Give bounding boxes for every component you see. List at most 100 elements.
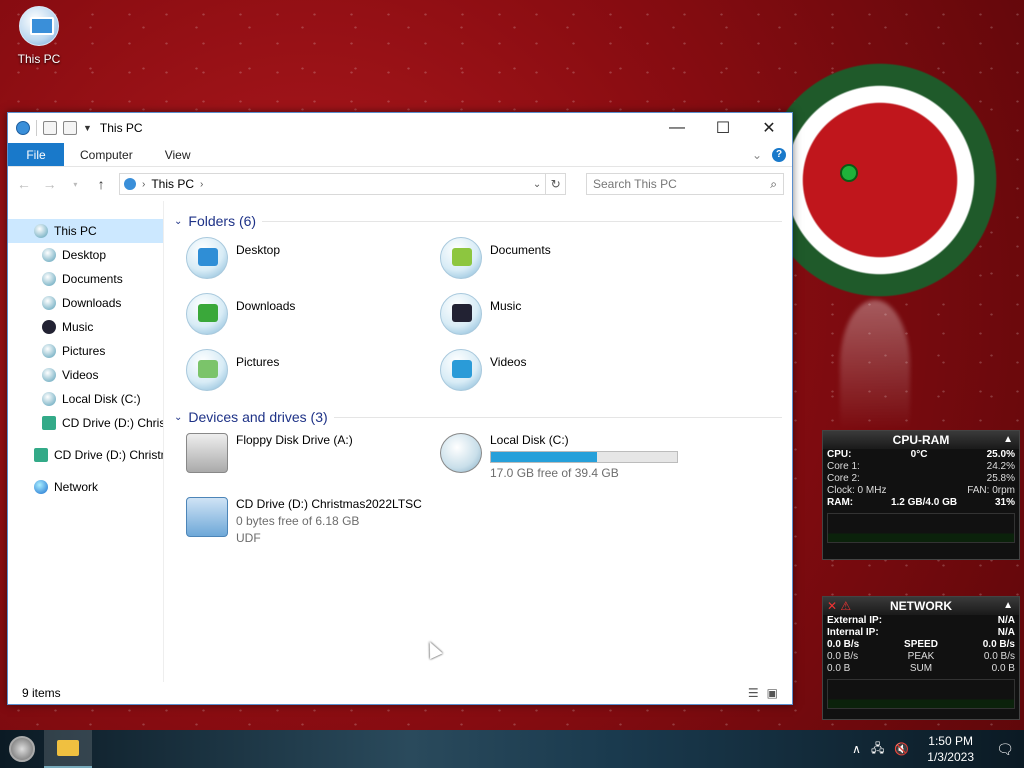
quick-access-toolbar: ▼ [16, 120, 92, 136]
videos-folder-icon [440, 349, 482, 391]
minimize-button[interactable]: — [654, 113, 700, 143]
folder-downloads[interactable]: Downloads [186, 289, 440, 345]
collapse-chevron-icon[interactable]: ⌄ [174, 412, 182, 423]
close-button[interactable]: ✕ [746, 113, 792, 143]
core1-row: Core 1: 24.2% [827, 461, 1015, 472]
up-arrow-icon[interactable]: ↑ [93, 176, 109, 192]
nav-item-cd-drive[interactable]: CD Drive (D:) Christ [8, 411, 163, 435]
clock-fan-row: Clock: 0 MHz FAN: 0rpm [827, 485, 1015, 496]
cd-drive-icon [42, 416, 56, 430]
chevron-down-icon[interactable]: ⌄ [533, 179, 541, 190]
new-folder-icon[interactable] [63, 121, 77, 135]
customize-toolbar-icon[interactable]: ▼ [83, 123, 92, 133]
system-tray: ∧ 🖧 🔇 1:50 PM 1/3/2023 🗨 [852, 730, 1024, 768]
folders-grid: Desktop Documents Downloads Music Pictur… [186, 233, 782, 401]
disk-usage-bar [490, 451, 678, 463]
documents-icon [42, 272, 56, 286]
desktop-folder-icon [186, 237, 228, 279]
taskbar-file-explorer[interactable] [44, 730, 92, 768]
nav-item-music[interactable]: Music [8, 315, 163, 339]
gadget-collapse-icon[interactable]: ▲ [1003, 597, 1013, 615]
tab-file[interactable]: File [8, 143, 64, 166]
hard-disk-icon [440, 433, 482, 473]
large-icons-view-icon[interactable]: ▣ [767, 686, 778, 700]
nav-item-videos[interactable]: Videos [8, 363, 163, 387]
devices-group-header[interactable]: ⌄ Devices and drives (3) [174, 405, 782, 429]
this-pc-icon[interactable] [16, 121, 30, 135]
drive-local-disk[interactable]: Local Disk (C:) 17.0 GB free of 39.4 GB [440, 429, 694, 493]
address-bar[interactable]: › This PC › ⌄ [119, 173, 547, 195]
folder-documents[interactable]: Documents [440, 233, 694, 289]
volume-muted-icon[interactable]: 🔇 [894, 742, 909, 756]
forward-arrow-icon[interactable]: → [42, 176, 58, 192]
ribbon-tabs: File Computer View ⌄ ? [8, 143, 792, 167]
this-pc-icon [19, 6, 59, 46]
details-view-icon[interactable]: ☰ [748, 686, 759, 700]
nav-item-local-disk[interactable]: Local Disk (C:) [8, 387, 163, 411]
main-area: This PC Desktop Documents Downloads Musi… [8, 201, 792, 682]
status-bar: 9 items ☰ ▣ [8, 682, 792, 704]
explorer-window[interactable]: ▼ This PC — ☐ ✕ File Computer View ⌄ ? ←… [7, 112, 793, 705]
desktop-icon-this-pc[interactable]: This PC [12, 6, 66, 66]
music-folder-icon [440, 293, 482, 335]
ram-row: RAM: 1.2 GB/4.0 GB 31% [827, 497, 1015, 508]
item-count: 9 items [22, 686, 61, 700]
gadget-collapse-icon[interactable]: ▲ [1003, 431, 1013, 449]
show-hidden-icons-chevron[interactable]: ∧ [852, 742, 861, 756]
drive-floppy[interactable]: Floppy Disk Drive (A:) [186, 429, 440, 493]
folder-videos[interactable]: Videos [440, 345, 694, 401]
properties-icon[interactable] [43, 121, 57, 135]
drive-cd[interactable]: CD Drive (D:) Christmas2022LTSC 0 bytes … [186, 493, 440, 563]
folders-group-header[interactable]: ⌄ Folders (6) [174, 209, 782, 233]
notification-center-icon[interactable]: 🗨 [992, 736, 1018, 762]
help-icon[interactable]: ? [772, 147, 786, 162]
chevron-right-icon[interactable]: › [200, 179, 203, 190]
search-input[interactable]: Search This PC ⌕ [585, 173, 785, 195]
network-status-icon[interactable]: 🖧 [871, 739, 884, 760]
breadcrumb-this-pc[interactable]: This PC [151, 177, 194, 191]
tab-computer[interactable]: Computer [64, 143, 149, 166]
expand-ribbon-icon[interactable]: ⌄ [752, 148, 762, 162]
christmas-clock-decoration [760, 60, 1000, 300]
cd-drive-icon [34, 448, 48, 462]
recent-locations-icon[interactable]: ▾ [68, 180, 84, 189]
cpu-ram-gadget[interactable]: CPU-RAM ▲ CPU: 0°C 25.0% Core 1: 24.2% Core … [822, 430, 1020, 560]
sparkle-decoration [840, 300, 910, 430]
videos-icon [42, 368, 56, 382]
peak-row: 0.0 B/s PEAK 0.0 B/s [827, 651, 1015, 662]
network-icon [34, 480, 48, 494]
tab-view[interactable]: View [149, 143, 207, 166]
nav-item-desktop[interactable]: Desktop [8, 243, 163, 267]
folder-pictures[interactable]: Pictures [186, 345, 440, 401]
content-pane: ⌄ Folders (6) Desktop Documents Download… [164, 201, 792, 682]
back-arrow-icon[interactable]: ← [16, 176, 32, 192]
floppy-drive-icon [186, 433, 228, 473]
folder-icon [57, 740, 79, 756]
this-pc-icon [34, 224, 48, 238]
search-placeholder: Search This PC [592, 177, 677, 191]
nav-item-documents[interactable]: Documents [8, 267, 163, 291]
network-gadget[interactable]: ✕ ⚠ NETWORK ▲ External IP: N/A Internal IP:… [822, 596, 1020, 720]
close-gadget-icon[interactable]: ✕ ⚠ [827, 597, 851, 615]
gadget-title: ✕ ⚠ NETWORK ▲ [823, 597, 1019, 615]
nav-item-cd-drive-root[interactable]: CD Drive (D:) Christm [8, 443, 163, 467]
nav-item-network[interactable]: Network [8, 475, 163, 499]
nav-item-pictures[interactable]: Pictures [8, 339, 163, 363]
nav-item-this-pc[interactable]: This PC [8, 219, 163, 243]
external-ip-row: External IP: N/A [827, 615, 1015, 626]
cpu-row: CPU: 0°C 25.0% [827, 449, 1015, 460]
folder-music[interactable]: Music [440, 289, 694, 345]
chevron-right-icon[interactable]: › [142, 179, 145, 190]
refresh-button[interactable]: ↻ [546, 173, 566, 195]
folder-desktop[interactable]: Desktop [186, 233, 440, 289]
taskbar-clock[interactable]: 1:50 PM 1/3/2023 [919, 733, 982, 765]
nav-item-downloads[interactable]: Downloads [8, 291, 163, 315]
collapse-chevron-icon[interactable]: ⌄ [174, 216, 182, 227]
this-pc-icon [124, 178, 136, 190]
gadget-title: CPU-RAM ▲ [823, 431, 1019, 449]
start-button[interactable] [0, 730, 44, 768]
title-bar[interactable]: ▼ This PC — ☐ ✕ [8, 113, 792, 143]
navigation-bar: ← → ▾ ↑ › This PC › ⌄ ↻ Search This PC ⌕ [8, 167, 792, 201]
maximize-button[interactable]: ☐ [700, 113, 746, 143]
start-orb-icon [9, 736, 35, 762]
